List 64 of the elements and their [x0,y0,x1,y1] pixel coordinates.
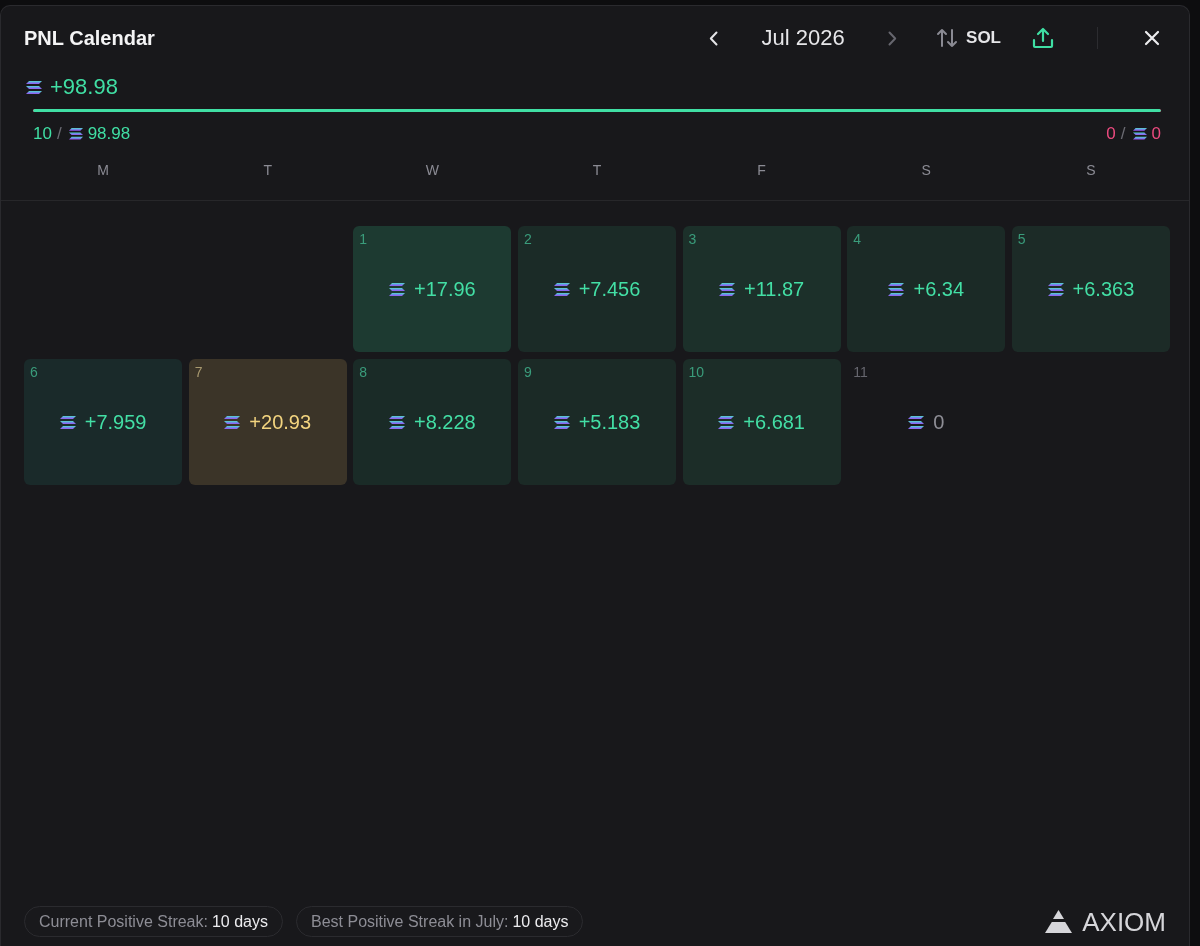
day-number: 7 [193,363,203,381]
day-number: 10 [687,363,705,381]
day-number: 1 [358,230,368,248]
day-number: 3 [687,230,697,248]
day-number: 5 [1016,230,1026,248]
sol-icon [389,415,405,429]
pnl-value: +6.363 [1072,277,1135,301]
sol-icon [1047,282,1064,296]
sol-icon [908,415,925,429]
weekday-label: M [97,161,109,180]
pnl-value: 0 [933,410,945,434]
triangle-logo-icon [1045,910,1073,933]
gain-count: 10 [33,124,52,144]
sol-icon [59,415,76,429]
weekday-label: W [425,161,439,180]
close-icon [1144,30,1160,46]
weekday-label: F [757,161,766,180]
brand-name: AXIOM [1082,907,1166,936]
loss-amount: 0 [1151,124,1161,144]
sol-icon [224,415,241,429]
day-number: 4 [852,230,861,248]
sol-icon [888,282,905,296]
panel-title: PNL Calendar [24,26,156,50]
pnl-value: +7.959 [84,410,147,434]
pnl-value: +20.93 [249,410,312,434]
upload-icon [1032,27,1054,49]
day-number: 2 [522,230,532,248]
sol-icon [68,128,83,140]
day-number: 8 [358,363,368,381]
chevron-right-icon [887,30,897,46]
pnl-value: +17.96 [414,277,476,301]
sol-icon [719,282,735,296]
loss-count: 0 [1106,124,1116,144]
currency-toggle-button[interactable]: SOL [936,24,1001,52]
pnl-value: +6.681 [743,410,805,434]
pnl-value: +7.456 [578,277,641,301]
month-label: Jul 2026 [760,25,846,51]
chevron-left-icon [708,30,718,46]
weekday-label: S [1086,161,1096,180]
sol-icon [553,415,570,429]
streak-label: Current Positive Streak: [39,912,208,931]
pnl-value: +6.34 [913,277,965,301]
sol-icon [26,80,42,94]
slash-separator: / [56,124,62,144]
streak-label: Best Positive Streak in July: [311,912,509,931]
pnl-value: +8.228 [414,410,476,434]
weekday-label: T [592,161,602,180]
sol-icon [389,282,405,296]
streak-value: 10 days [512,912,569,931]
pnl-value: +5.183 [578,410,641,434]
sol-icon [553,282,570,296]
day-number: 6 [29,363,38,381]
sol-icon [718,415,735,429]
pnl-value: +11.87 [744,277,805,301]
weekday-label: S [921,161,931,180]
day-number: 11 [852,363,868,381]
sol-icon [1132,128,1147,140]
total-pnl: +98.98 [50,75,118,99]
day-number: 9 [522,363,532,381]
swap-arrows-icon [936,28,959,48]
streak-value: 10 days [211,912,268,931]
slash-separator: / [1120,124,1126,144]
gain-amount: 98.98 [87,124,131,144]
weekday-label: T [263,161,272,180]
